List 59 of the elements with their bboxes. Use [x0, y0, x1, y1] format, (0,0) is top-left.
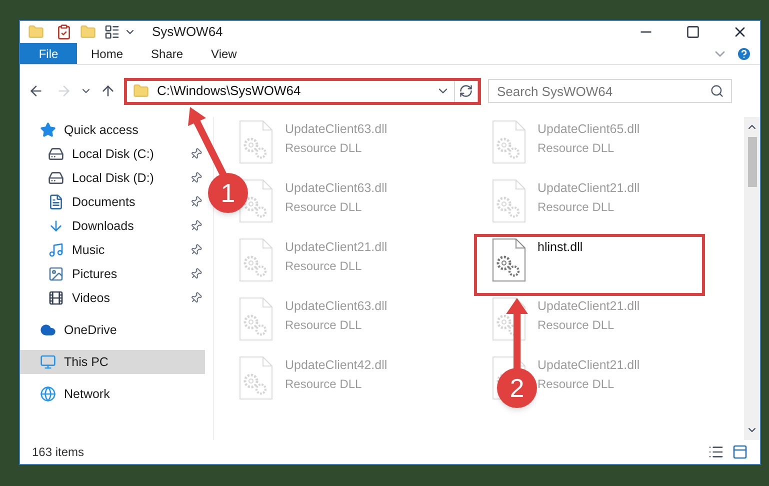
nav-item[interactable]: Network — [20, 382, 205, 406]
properties-icon[interactable] — [56, 24, 72, 40]
help-icon[interactable] — [736, 46, 752, 62]
monitor-icon — [40, 354, 56, 370]
nav-item[interactable]: Local Disk (C:) — [20, 142, 205, 166]
file-gear-icon — [492, 120, 526, 164]
file-type: Resource DLL — [538, 198, 616, 216]
nav-item[interactable]: Local Disk (D:) — [20, 166, 205, 190]
nav-item[interactable]: Downloads — [20, 214, 205, 238]
nav-item[interactable]: Music — [20, 238, 205, 262]
details-view-icon[interactable] — [708, 444, 724, 460]
ribbon-tab[interactable]: Share — [137, 43, 198, 64]
file-type: Resource DLL — [285, 198, 363, 216]
picture-icon — [48, 266, 64, 282]
file-type: Resource DLL — [538, 140, 616, 157]
file-gear-icon — [239, 120, 273, 164]
window-title: SysWOW64 — [152, 23, 223, 42]
file-type: Resource DLL — [538, 316, 616, 334]
file-tab[interactable]: File — [20, 43, 77, 64]
nav-item[interactable]: Documents — [20, 190, 205, 214]
refresh-icon[interactable] — [459, 84, 473, 98]
globe-icon — [40, 386, 56, 402]
nav-item[interactable]: This PC — [20, 350, 205, 374]
download-icon — [48, 218, 64, 234]
back-icon[interactable] — [28, 83, 44, 99]
drive-icon — [48, 146, 64, 162]
file-type: Resource DLL — [285, 316, 363, 334]
list-icon[interactable] — [104, 24, 120, 40]
document-icon — [48, 194, 64, 210]
file-gear-icon — [492, 179, 526, 223]
file-type: Resource DLL — [285, 140, 363, 157]
scroll-thumb[interactable] — [748, 137, 756, 187]
item-count: 163 items — [32, 444, 84, 461]
file-gear-icon — [239, 238, 273, 282]
search-icon[interactable] — [710, 84, 724, 98]
music-note-icon — [48, 242, 64, 258]
ribbon-tab[interactable]: Home — [77, 43, 138, 64]
drive-icon — [48, 170, 64, 186]
scrollbar[interactable] — [744, 117, 760, 440]
file-type: Resource DLL — [538, 376, 616, 393]
file-type: Resource DLL — [285, 376, 363, 393]
large-icons-view-icon[interactable] — [732, 444, 748, 460]
ribbon-tab[interactable]: View — [197, 43, 251, 64]
cloud-icon — [40, 322, 56, 338]
file-name[interactable]: hlinst.dll — [538, 238, 583, 257]
file-type: Resource DLL — [285, 258, 363, 275]
nav-item[interactable]: Quick access — [20, 118, 205, 142]
file-gear-icon — [492, 238, 526, 282]
file-gear-icon — [239, 297, 273, 341]
file-gear-icon — [239, 356, 273, 400]
nav-item[interactable]: Videos — [20, 286, 205, 310]
maximize-icon[interactable] — [686, 25, 700, 39]
nav-item[interactable]: OneDrive — [20, 318, 205, 342]
nav-item[interactable]: Pictures — [20, 262, 205, 286]
search-field[interactable]: Search SysWOW64 — [488, 79, 732, 103]
film-icon — [48, 290, 64, 306]
up-icon[interactable] — [100, 83, 116, 99]
star-icon — [40, 122, 56, 138]
folder-icon — [133, 83, 149, 99]
